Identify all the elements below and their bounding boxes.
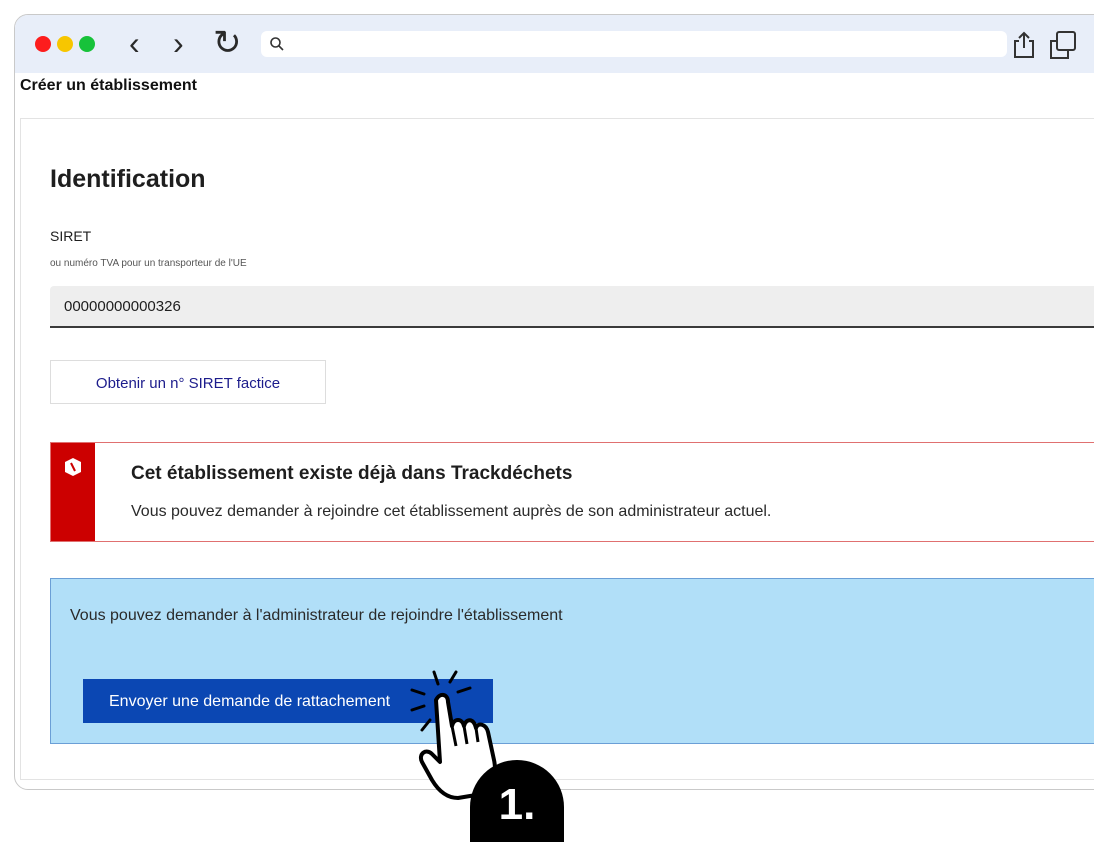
- error-alert: Cet établissement existe déjà dans Track…: [50, 442, 1094, 542]
- share-icon[interactable]: [1011, 31, 1037, 59]
- chevron-right-icon[interactable]: ›: [173, 25, 184, 61]
- minimize-window-button[interactable]: [57, 36, 73, 52]
- reload-icon[interactable]: ↻: [213, 25, 242, 61]
- alert-side-bar: [51, 443, 95, 541]
- page-title: Créer un établissement: [20, 77, 197, 94]
- chevron-left-icon[interactable]: ‹: [129, 25, 140, 61]
- siret-hint: ou numéro TVA pour un transporteur de l'…: [50, 258, 247, 269]
- search-icon: [270, 37, 284, 51]
- alert-text: Vous pouvez demander à rejoindre cet éta…: [131, 503, 772, 520]
- alert-title: Cet établissement existe déjà dans Track…: [131, 463, 573, 484]
- siret-input[interactable]: [50, 286, 1094, 328]
- browser-toolbar: ‹ › ↻: [15, 15, 1094, 73]
- info-text: Vous pouvez demander à l'administrateur …: [70, 607, 563, 624]
- warning-icon: [65, 458, 81, 476]
- tabs-icon[interactable]: [1047, 29, 1079, 61]
- siret-label: SIRET: [50, 228, 92, 244]
- address-bar[interactable]: [261, 31, 1007, 57]
- maximize-window-button[interactable]: [79, 36, 95, 52]
- fake-siret-button[interactable]: Obtenir un n° SIRET factice: [50, 360, 326, 404]
- close-window-button[interactable]: [35, 36, 51, 52]
- section-title: Identification: [50, 165, 206, 193]
